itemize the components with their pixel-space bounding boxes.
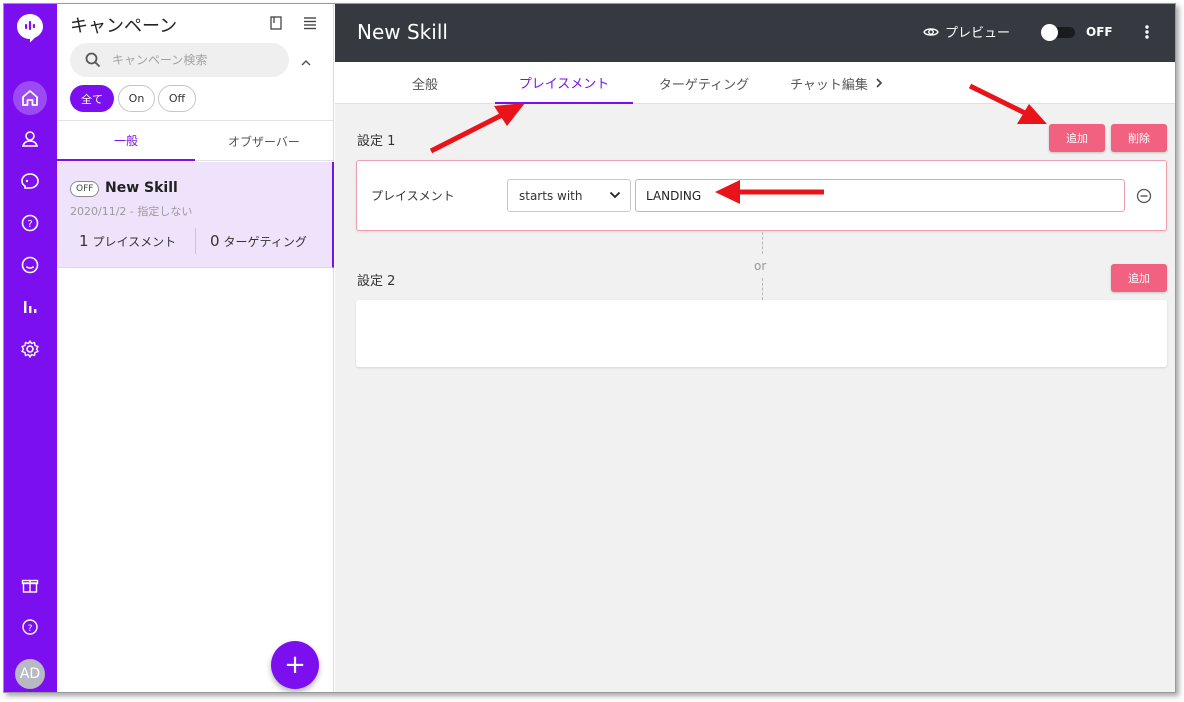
toggle-thumb: [1041, 24, 1058, 41]
campaign-search: [70, 43, 289, 77]
bar-chart-icon[interactable]: [18, 295, 42, 319]
placement-stat-label: プレイスメント: [92, 235, 177, 249]
remove-rule-icon[interactable]: [1136, 188, 1152, 208]
avatar[interactable]: AD: [15, 659, 45, 689]
campaign-card[interactable]: OFF New Skill 2020/11/2 - 指定しない 1 プレイスメント…: [57, 162, 334, 268]
chat-icon[interactable]: [18, 169, 42, 193]
users-icon[interactable]: [18, 127, 42, 151]
tab-general[interactable]: 全般: [381, 62, 469, 104]
main-area: New Skill プレビュー OFF 全般 プレイスメント ターゲティング チ…: [335, 4, 1175, 692]
tab-targeting[interactable]: ターゲティング: [637, 62, 771, 104]
smile-icon[interactable]: [18, 253, 42, 277]
set2-label: 設定 2: [357, 274, 396, 289]
svg-text:?: ?: [28, 624, 33, 634]
placement-count: 1: [79, 232, 89, 250]
help-circle-icon[interactable]: ?: [18, 615, 42, 639]
add-button-set2[interactable]: 追加: [1111, 264, 1167, 292]
tab-chat-edit[interactable]: チャット編集: [785, 62, 873, 104]
help-bubble-icon[interactable]: ?: [18, 211, 42, 235]
tab-bar: 全般 プレイスメント ターゲティング チャット編集: [335, 62, 1175, 104]
subtab-observer[interactable]: オブザーバー: [195, 121, 333, 161]
app-window: ? ? AD キャンペーン キャンペーン検索 全て On Off 一般 オブザー…: [3, 3, 1176, 693]
status-badge: OFF: [70, 181, 100, 197]
operator-value: starts with: [519, 189, 583, 203]
chevron-up-icon[interactable]: [300, 53, 312, 72]
nav-rail: ? ? AD: [4, 4, 57, 692]
search-icon: [85, 52, 101, 68]
placement-rule: プレイスメント starts with: [356, 160, 1167, 231]
chevron-right-icon[interactable]: [871, 62, 887, 104]
set1-label: 設定 1: [357, 134, 396, 149]
targeting-count: 0: [210, 232, 220, 250]
add-campaign-button[interactable]: +: [271, 641, 319, 689]
delete-button[interactable]: 削除: [1111, 124, 1167, 152]
search-input[interactable]: [112, 51, 282, 69]
campaign-name: New Skill: [105, 180, 178, 196]
filter-all-chip[interactable]: 全て: [70, 85, 114, 112]
add-button[interactable]: 追加: [1049, 124, 1105, 152]
stat-divider: [195, 228, 196, 254]
gift-icon[interactable]: [18, 573, 42, 597]
targeting-stat-label: ターゲティング: [223, 235, 307, 249]
filter-off-chip[interactable]: Off: [158, 85, 196, 112]
tab-placement[interactable]: プレイスメント: [495, 62, 633, 104]
header-bar: New Skill プレビュー OFF: [335, 4, 1175, 62]
or-divider-bottom: [762, 278, 763, 300]
more-menu-icon[interactable]: [1141, 22, 1153, 42]
svg-text:?: ?: [27, 219, 32, 230]
or-divider-top: [762, 232, 763, 254]
list-view-icon[interactable]: [302, 15, 320, 33]
placement-stat: 1 プレイスメント: [79, 232, 176, 250]
operator-select[interactable]: starts with: [507, 179, 631, 212]
campaign-schedule: 2020/11/2 - 指定しない: [70, 205, 193, 218]
toggle-label: OFF: [1086, 25, 1113, 39]
or-label: or: [754, 259, 767, 273]
logo-icon[interactable]: [16, 13, 44, 43]
panel-title: キャンペーン: [70, 16, 178, 37]
preview-button[interactable]: プレビュー: [923, 22, 1010, 41]
campaign-panel: キャンペーン 全て On Off 一般 オブザーバー OFF New Skill…: [57, 4, 334, 692]
status-toggle[interactable]: [1041, 24, 1075, 41]
filter-on-chip[interactable]: On: [118, 85, 155, 112]
gear-icon[interactable]: [18, 337, 42, 361]
placement-value-input[interactable]: [635, 179, 1125, 212]
set2-rule-area: [356, 300, 1167, 367]
eye-icon: [923, 27, 939, 36]
chevron-down-icon: [609, 191, 621, 199]
page-title: New Skill: [357, 20, 448, 44]
rule-label: プレイスメント: [371, 189, 455, 203]
preview-label: プレビュー: [945, 26, 1011, 41]
targeting-stat: 0 ターゲティング: [210, 232, 307, 250]
bookmark-icon[interactable]: [268, 15, 286, 33]
subtab-general[interactable]: 一般: [57, 121, 195, 161]
home-icon[interactable]: [13, 81, 47, 115]
panel-subtabs: 一般 オブザーバー: [57, 120, 333, 161]
